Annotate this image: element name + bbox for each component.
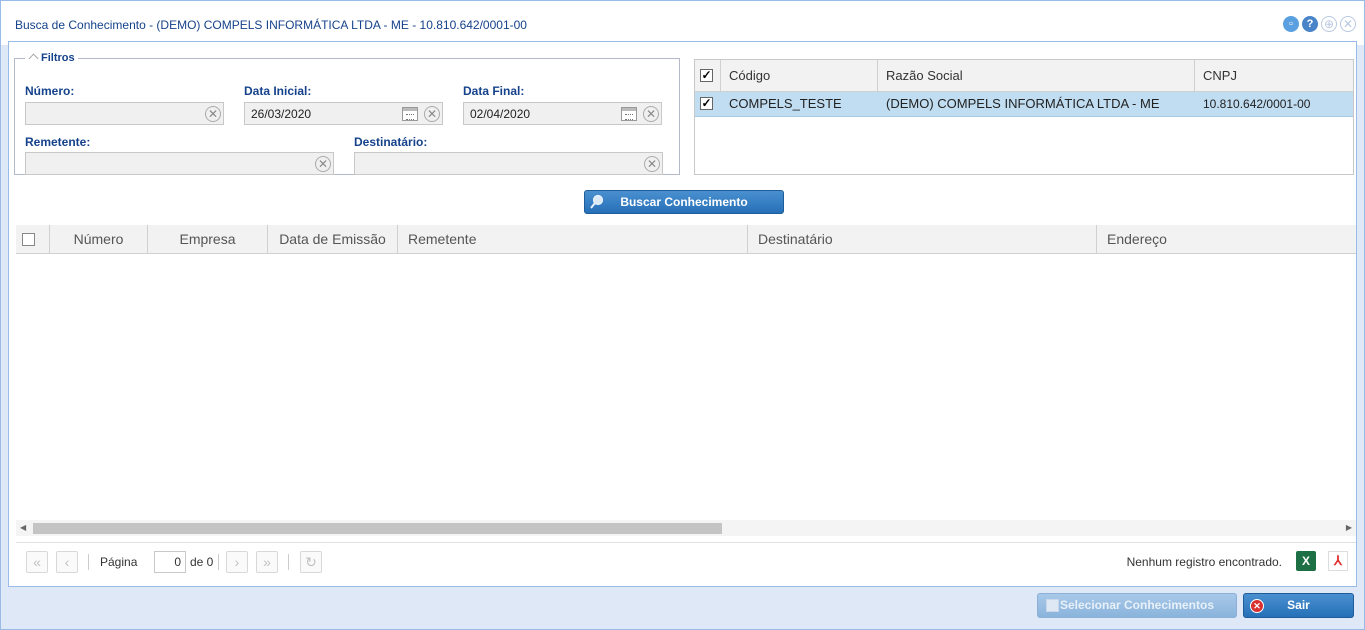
exit-icon: ✕ (1250, 599, 1264, 613)
destinatario-field[interactable]: ✕ (354, 152, 663, 175)
pager-separator (218, 554, 219, 570)
page-label: Página (100, 555, 138, 569)
col-cnpj[interactable]: CNPJ (1195, 60, 1353, 91)
company-grid-header: ✓ Código Razão Social CNPJ (695, 60, 1353, 92)
horizontal-scrollbar[interactable]: ◀ ▶ (16, 520, 1356, 536)
col-data-emissao[interactable]: Data de Emissão (268, 225, 398, 253)
company-codigo: COMPELS_TESTE (729, 96, 842, 111)
company-row[interactable]: ✓ COMPELS_TESTE (DEMO) COMPELS INFORMÁTI… (695, 92, 1353, 117)
filters-legend[interactable]: Filtros (25, 52, 78, 64)
data-inicial-clear-icon[interactable]: ✕ (424, 106, 440, 122)
pager: « ‹ Página 0 de 0 › » ↻ Nenhum registro … (16, 542, 1356, 580)
filters-fieldset: Filtros Número: ✕ Data Inicial: 26/03/20… (14, 52, 680, 175)
numero-clear-icon[interactable]: ✕ (205, 106, 221, 122)
row-checkbox[interactable]: ✓ (700, 97, 713, 110)
company-razao-social: (DEMO) COMPELS INFORMÁTICA LTDA - ME (886, 96, 1160, 111)
first-page-icon[interactable]: « (26, 551, 48, 573)
data-final-field[interactable]: 02/04/2020 ✕ (463, 102, 662, 125)
data-inicial-field[interactable]: 26/03/2020 ✕ (244, 102, 443, 125)
close-icon[interactable]: ✕ (1340, 16, 1356, 32)
data-inicial-calendar-icon[interactable] (402, 107, 418, 121)
destinatario-clear-icon[interactable]: ✕ (644, 156, 660, 172)
maximize-icon[interactable]: ⊕ (1321, 16, 1337, 32)
company-select-all[interactable]: ✓ (695, 60, 721, 91)
destinatario-label: Destinatário: (354, 135, 428, 149)
numero-label: Número: (25, 84, 75, 98)
save-icon (1046, 599, 1059, 612)
exit-button[interactable]: ✕ Sair (1243, 593, 1354, 618)
results-select-all-checkbox[interactable] (22, 233, 35, 246)
results-select-all[interactable] (16, 225, 50, 253)
company-cnpj: 10.810.642/0001-00 (1203, 97, 1311, 111)
dialog-body: Filtros Número: ✕ Data Inicial: 26/03/20… (8, 41, 1357, 587)
last-page-icon[interactable]: » (256, 551, 278, 573)
page-input[interactable]: 0 (154, 551, 186, 573)
dialog-footer: Selecionar Conhecimentos ✕ Sair (1, 589, 1364, 629)
help-icon[interactable]: ? (1302, 16, 1318, 32)
search-button[interactable]: Buscar Conhecimento (584, 190, 784, 214)
refresh-icon[interactable]: ↻ (300, 551, 322, 573)
search-button-label: Buscar Conhecimento (620, 195, 748, 209)
data-inicial-value: 26/03/2020 (251, 107, 312, 121)
minimize-icon[interactable]: ▫ (1283, 16, 1299, 32)
magnifier-icon (590, 194, 604, 209)
exit-label: Sair (1287, 598, 1310, 612)
page-of-label: de 0 (190, 555, 214, 569)
select-conhecimentos-label: Selecionar Conhecimentos (1059, 598, 1215, 612)
excel-export-icon[interactable]: X (1296, 551, 1316, 571)
filters-legend-label: Filtros (41, 52, 75, 64)
dialog-window: Busca de Conhecimento - (DEMO) COMPELS I… (0, 0, 1365, 630)
title-bar: Busca de Conhecimento - (DEMO) COMPELS I… (1, 1, 1364, 45)
scroll-right-icon[interactable]: ▶ (1346, 523, 1352, 532)
col-remetente[interactable]: Remetente (398, 225, 748, 253)
pager-separator (288, 554, 289, 570)
numero-field[interactable]: ✕ (25, 102, 224, 125)
prev-page-icon[interactable]: ‹ (56, 551, 78, 573)
scroll-left-icon[interactable]: ◀ (20, 523, 26, 532)
remetente-field[interactable]: ✕ (25, 152, 334, 175)
collapse-chevron-icon[interactable] (28, 53, 39, 64)
col-endereco[interactable]: Endereço (1097, 225, 1356, 253)
pdf-export-icon[interactable]: ⅄ (1328, 551, 1348, 571)
window-tools: ▫ ? ⊕ ✕ (1283, 16, 1356, 32)
data-inicial-label: Data Inicial: (244, 84, 312, 98)
company-grid: ✓ Código Razão Social CNPJ ✓ COMPELS_TES… (694, 59, 1354, 175)
data-final-calendar-icon[interactable] (621, 107, 637, 121)
remetente-label: Remetente: (25, 135, 91, 149)
select-conhecimentos-button[interactable]: Selecionar Conhecimentos (1037, 593, 1237, 618)
select-all-checkbox[interactable]: ✓ (700, 69, 713, 82)
col-codigo[interactable]: Código (721, 60, 878, 91)
scroll-thumb[interactable] (33, 523, 722, 534)
window-title: Busca de Conhecimento - (DEMO) COMPELS I… (15, 18, 527, 32)
remetente-clear-icon[interactable]: ✕ (315, 156, 331, 172)
pager-status: Nenhum registro encontrado. (1126, 555, 1282, 569)
col-destinatario[interactable]: Destinatário (748, 225, 1097, 253)
data-final-value: 02/04/2020 (470, 107, 531, 121)
results-grid-header: Número Empresa Data de Emissão Remetente… (16, 225, 1356, 254)
col-razao-social[interactable]: Razão Social (878, 60, 1195, 91)
data-final-label: Data Final: (463, 84, 525, 98)
next-page-icon[interactable]: › (226, 551, 248, 573)
col-empresa[interactable]: Empresa (148, 225, 268, 253)
pager-separator (88, 554, 89, 570)
col-numero[interactable]: Número (50, 225, 148, 253)
data-final-clear-icon[interactable]: ✕ (643, 106, 659, 122)
